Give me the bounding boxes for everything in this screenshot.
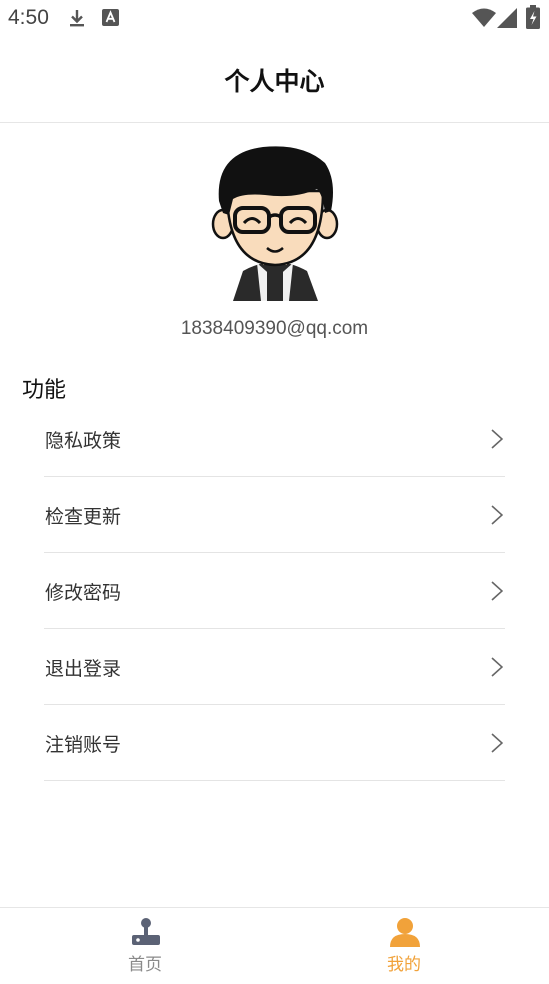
download-icon xyxy=(67,8,87,32)
chevron-right-icon xyxy=(491,429,504,453)
chevron-right-icon xyxy=(491,733,504,757)
avatar[interactable] xyxy=(205,143,345,303)
tab-mine-label: 我的 xyxy=(387,955,421,975)
chevron-right-icon xyxy=(491,657,504,681)
wifi-icon xyxy=(472,8,496,32)
menu-item-label: 检查更新 xyxy=(45,506,122,528)
menu-item-delete-account[interactable]: 注销账号 xyxy=(44,705,505,781)
menu-item-privacy-policy[interactable]: 隐私政策 xyxy=(44,401,505,477)
signal-icon xyxy=(497,7,519,32)
app-header: 个人中心 xyxy=(0,36,549,123)
tab-home-label: 首页 xyxy=(128,955,162,975)
user-email: 1838409390@qq.com xyxy=(180,318,369,339)
battery-icon xyxy=(526,5,540,33)
tab-home[interactable]: 首页 xyxy=(8,908,282,984)
joystick-icon xyxy=(131,917,161,951)
page-title: 个人中心 xyxy=(224,67,325,96)
function-menu: 隐私政策 检查更新 修改密码 退出登录 注销账号 xyxy=(44,401,505,781)
menu-item-label: 注销账号 xyxy=(45,734,122,756)
person-icon xyxy=(390,917,420,951)
menu-item-label: 修改密码 xyxy=(45,582,122,604)
status-bar: 4:50 xyxy=(0,0,549,36)
bottom-nav: 首页 我的 xyxy=(0,907,549,984)
menu-item-label: 隐私政策 xyxy=(45,430,122,452)
status-time: 4:50 xyxy=(8,6,49,29)
menu-item-check-update[interactable]: 检查更新 xyxy=(44,477,505,553)
menu-item-logout[interactable]: 退出登录 xyxy=(44,629,505,705)
menu-item-change-password[interactable]: 修改密码 xyxy=(44,553,505,629)
tab-mine[interactable]: 我的 xyxy=(267,908,541,984)
section-title: 功能 xyxy=(22,378,67,403)
keyboard-a-icon xyxy=(102,9,119,30)
chevron-right-icon xyxy=(491,581,504,605)
menu-item-label: 退出登录 xyxy=(45,658,122,680)
chevron-right-icon xyxy=(491,505,504,529)
